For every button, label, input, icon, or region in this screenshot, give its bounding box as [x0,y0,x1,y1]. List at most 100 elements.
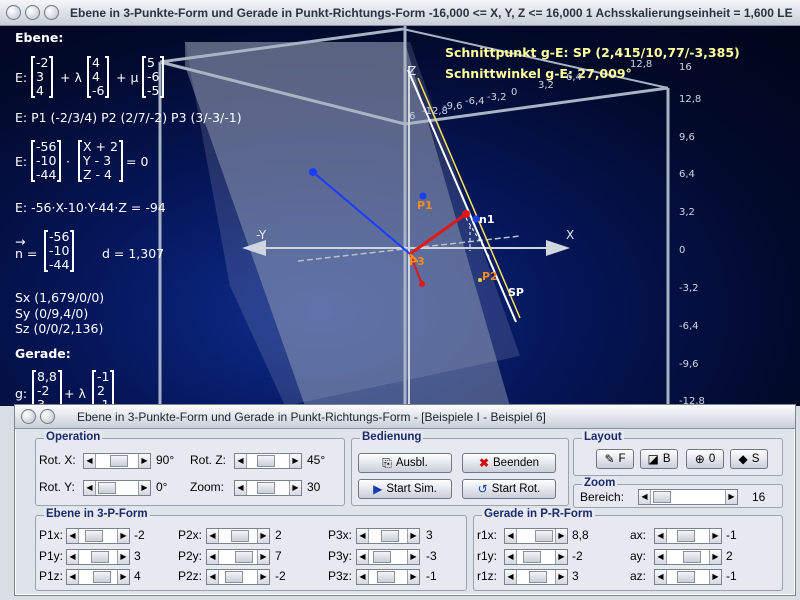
slider-thumb[interactable] [677,530,695,542]
rot-x-slider[interactable]: ◀ ▶ [83,453,151,469]
arrow-right-icon[interactable]: ▶ [257,570,269,584]
arrow-right-icon[interactable]: ▶ [407,550,419,564]
slider-thumb[interactable] [110,455,128,467]
arrow-right-icon[interactable]: ▶ [709,550,721,564]
arrow-right-icon[interactable]: ▶ [117,570,129,584]
arrow-left-icon[interactable]: ◀ [207,550,219,564]
ax-slider[interactable]: ◀ ▶ [654,528,722,544]
arrow-left-icon[interactable]: ◀ [84,454,96,468]
arrow-right-icon[interactable]: ▶ [138,454,150,468]
close-window-button[interactable] [6,5,21,20]
arrow-right-icon[interactable]: ▶ [289,481,301,495]
ay-slider[interactable]: ◀ ▶ [654,549,722,565]
ax-label: ax: [630,528,647,542]
arrow-left-icon[interactable]: ◀ [505,550,517,564]
slider-thumb[interactable] [91,551,109,563]
arrow-right-icon[interactable]: ▶ [407,570,419,584]
layout-f-button[interactable]: ✎ F [596,449,634,469]
arrow-right-icon[interactable]: ▶ [555,550,567,564]
arrow-left-icon[interactable]: ◀ [235,481,247,495]
ausblenden-button[interactable]: ⎘ Ausbl. [358,453,452,473]
3d-view-canvas[interactable]: Schnittpunkt g-E: SP (2,415/10,77/-3,385… [0,26,800,406]
arrow-right-icon[interactable]: ▶ [725,490,737,504]
slider-thumb[interactable] [529,571,547,583]
arrow-right-icon[interactable]: ▶ [257,529,269,543]
slider-thumb[interactable] [373,551,391,563]
arrow-left-icon[interactable]: ◀ [207,570,219,584]
az-slider[interactable]: ◀ ▶ [654,569,722,585]
arrow-right-icon[interactable]: ▶ [407,529,419,543]
layout-0-button[interactable]: ⊕ 0 [686,449,724,469]
slider-thumb[interactable] [677,571,695,583]
start-rot-button[interactable]: ↺ Start Rot. [462,479,556,499]
operation-group: Operation Rot. X: ◀ ▶ 90° Rot. Z: ◀ ▶ 45… [35,431,345,506]
slider-thumb[interactable] [257,482,275,494]
slider-thumb[interactable] [98,482,116,494]
zoom-slider[interactable]: ◀ ▶ [234,480,302,496]
arrow-left-icon[interactable]: ◀ [655,570,667,584]
panel-close-button[interactable] [21,409,36,424]
p2z-slider[interactable]: ◀ ▶ [206,569,270,585]
slider-thumb[interactable] [377,571,395,583]
p2x-slider[interactable]: ◀ ▶ [206,528,270,544]
arrow-left-icon[interactable]: ◀ [235,454,247,468]
minimize-window-button[interactable] [25,5,40,20]
arrow-left-icon[interactable]: ◀ [67,550,79,564]
p3y-slider[interactable]: ◀ ▶ [356,549,420,565]
arrow-left-icon[interactable]: ◀ [357,570,369,584]
slider-thumb[interactable] [257,455,275,467]
maximize-window-button[interactable] [44,5,59,20]
rot-y-label: Rot. Y: [39,480,75,494]
p1x-slider[interactable]: ◀ ▶ [66,528,130,544]
arrow-left-icon[interactable]: ◀ [207,529,219,543]
arrow-right-icon[interactable]: ▶ [257,550,269,564]
arrow-right-icon[interactable]: ▶ [709,570,721,584]
slider-thumb[interactable] [523,551,541,563]
slider-thumb[interactable] [85,530,103,542]
slider-thumb[interactable] [535,530,553,542]
arrow-right-icon[interactable]: ▶ [138,481,150,495]
arrow-left-icon[interactable]: ◀ [655,529,667,543]
p3x-slider[interactable]: ◀ ▶ [356,528,420,544]
arrow-left-icon[interactable]: ◀ [67,570,79,584]
arrow-left-icon[interactable]: ◀ [357,529,369,543]
arrow-left-icon[interactable]: ◀ [84,481,96,495]
arrow-left-icon[interactable]: ◀ [505,570,517,584]
p3z-slider[interactable]: ◀ ▶ [356,569,420,585]
window-title: Ebene in 3-Punkte-Form und Gerade in Pun… [70,6,793,20]
arrow-left-icon[interactable]: ◀ [357,550,369,564]
beenden-button[interactable]: ✖ Beenden [462,453,556,473]
p1y-slider[interactable]: ◀ ▶ [66,549,130,565]
arrow-right-icon[interactable]: ▶ [555,570,567,584]
slider-thumb[interactable] [93,571,111,583]
r1x-label: r1x: [477,528,498,542]
arrow-left-icon[interactable]: ◀ [505,529,517,543]
layout-b-button[interactable]: ◪ B [640,449,678,469]
rot-z-slider[interactable]: ◀ ▶ [234,453,302,469]
arrow-right-icon[interactable]: ▶ [117,529,129,543]
arrow-right-icon[interactable]: ▶ [709,529,721,543]
layout-s-button[interactable]: ◆ S [730,449,768,469]
arrow-right-icon[interactable]: ▶ [555,529,567,543]
slider-thumb[interactable] [225,571,243,583]
arrow-left-icon[interactable]: ◀ [639,490,651,504]
p1z-slider[interactable]: ◀ ▶ [66,569,130,585]
scale-right-0: 16 [679,62,692,73]
arrow-left-icon[interactable]: ◀ [655,550,667,564]
slider-thumb[interactable] [653,491,671,503]
bereich-slider[interactable]: ◀ ▶ [638,489,738,505]
arrow-right-icon[interactable]: ▶ [289,454,301,468]
r1y-slider[interactable]: ◀ ▶ [504,549,568,565]
slider-thumb[interactable] [381,530,399,542]
slider-thumb[interactable] [235,551,253,563]
arrow-right-icon[interactable]: ▶ [117,550,129,564]
panel-minimize-button[interactable] [40,409,55,424]
arrow-left-icon[interactable]: ◀ [67,529,79,543]
start-sim-button[interactable]: ▶ Start Sim. [358,479,452,499]
slider-thumb[interactable] [231,530,249,542]
r1x-slider[interactable]: ◀ ▶ [504,528,568,544]
r1z-slider[interactable]: ◀ ▶ [504,569,568,585]
rot-y-slider[interactable]: ◀ ▶ [83,480,151,496]
slider-thumb[interactable] [683,551,701,563]
p2y-slider[interactable]: ◀ ▶ [206,549,270,565]
